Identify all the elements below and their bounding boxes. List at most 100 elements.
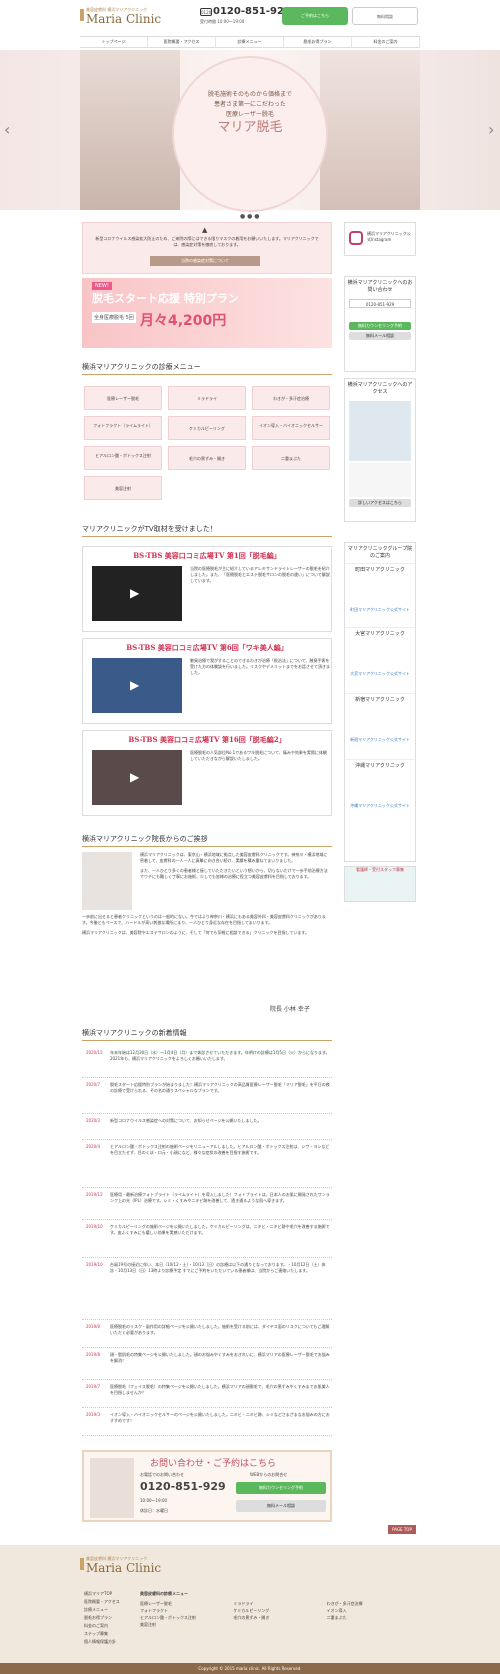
news-item[interactable]: 2020/3 新型コロナウイルス感染症への対策について、お知らせページを公開いたし… [82, 1118, 332, 1140]
news-item[interactable]: 2020/4 ヒアルロン酸・ボトックス注射の施術ページをリニューアルしました。ヒア… [82, 1144, 332, 1188]
video-thumbnail[interactable]: ▶ [92, 566, 182, 621]
news-item[interactable]: 2020/7 脱毛スタート応援特別プランが始まりました！横浜マリアクリニックの高品… [82, 1082, 332, 1114]
banner-price: 月々4,200円 [140, 313, 227, 329]
consult-button[interactable]: 無料相談 [352, 7, 418, 25]
footer-link[interactable]: ミラドライ [233, 1600, 326, 1607]
reserve-button[interactable]: ご予約はこちら [282, 7, 348, 25]
news-item[interactable]: 2019/10 台風19号の接近に伴い、本日（10/12・土）・10/13（日）の… [82, 1262, 332, 1320]
group-link[interactable]: 新宿マリアクリニック公式サイト [345, 737, 415, 743]
news-item[interactable]: 2019/10 ケミカルピーリングの施術ページを公開いたしました。ケミカルピーリン… [82, 1224, 332, 1258]
access-map[interactable] [349, 401, 411, 461]
news-date: 2019/10 [86, 1262, 103, 1267]
news-item[interactable]: 2019/12 医療用・最新治療フォトブライト（ライムライト）を導入しました！フォ… [82, 1192, 332, 1220]
footer-link[interactable]: 個人情報保護方針 [84, 1638, 120, 1646]
footer-link[interactable]: ステップ募集 [84, 1630, 120, 1638]
slider-next-icon[interactable]: › [488, 120, 494, 139]
header-tel[interactable]: 0120-851-929 [213, 6, 291, 17]
contact-tel[interactable]: 0120-851-929 [140, 1480, 226, 1493]
contact-hours: 10:00～19:00 [140, 1498, 168, 1503]
menu-item[interactable]: 医療レーザー脱毛 [84, 386, 162, 410]
menu-item[interactable]: フォトフラクト（ライムライト） [84, 416, 162, 440]
news-heading: 横浜マリアクリニックの新着情報 [82, 1028, 332, 1041]
news-item[interactable]: 2019/3 イオン導入・バイオニックセルサーのページを公開いたしました。ニキビ・… [82, 1412, 332, 1436]
footer-link[interactable]: 脱毛お得プラン [84, 1614, 120, 1622]
footer-link[interactable]: 毛穴の黒ずみ・開き [233, 1614, 326, 1621]
hero-photo-right [320, 50, 420, 210]
counsel-button[interactable]: 無料カウンセリング予約 [236, 1482, 326, 1494]
footer-link[interactable]: 横浜マリアTOP [84, 1590, 120, 1598]
footer-link[interactable]: 二重まぶた [327, 1614, 420, 1621]
group-link[interactable]: 沖縄マリアクリニック公式サイト [345, 803, 415, 809]
play-icon[interactable]: ▶ [130, 586, 139, 600]
footer-nav: 横浜マリアTOP 医院概要・アクセス 診療メニュー 脱毛お得プラン 料金のご案内 ステップ… [84, 1590, 120, 1646]
menu-item[interactable]: ヒアルロン酸・ボトックス注射 [84, 446, 162, 470]
footer-link[interactable]: 医療レーザー脱毛 [140, 1600, 233, 1607]
sidebar-contact-heading: 横浜マリアクリニックへのお問い合わせ [347, 280, 413, 293]
footer-link[interactable]: イオン導入 [327, 1607, 420, 1614]
footer-link[interactable]: フォトフラクト [140, 1607, 233, 1614]
instagram-box[interactable]: 横浜マリアクリニック公式Instagram [344, 222, 416, 256]
nav-item-menu[interactable]: 診療メニュー [216, 37, 284, 47]
access-button[interactable]: 詳しいアクセスはこちら [349, 499, 411, 507]
group-item: 沖縄マリアクリニック 沖縄マリアクリニック公式サイト [345, 759, 415, 825]
footer-link[interactable]: 医院概要・アクセス [84, 1598, 120, 1606]
sidebar-mail-button[interactable]: 無料メール相談 [349, 332, 411, 340]
video-thumbnail[interactable]: ▶ [92, 750, 182, 805]
page-top-button[interactable]: PAGE TOP [388, 1525, 416, 1534]
footer-logo[interactable]: Maria Clinic [86, 1561, 161, 1575]
footer-menu: 医療レーザー脱毛 ミラドライ わきが・多汗症治療フォトフラクト ケミカルピーリング イオ… [140, 1600, 420, 1628]
menu-item[interactable]: ミラドライ [168, 386, 246, 410]
logo[interactable]: Maria Clinic [86, 12, 161, 26]
footer-link[interactable]: 診療メニュー [84, 1606, 120, 1614]
sidebar-tel[interactable]: 0120-851-929 [349, 299, 411, 308]
footer-link[interactable]: 料金のご案内 [84, 1622, 120, 1630]
news-item[interactable]: 2020/12 年末年始は12月30日（水）～1月4日（月）まで休診させていただき… [82, 1050, 332, 1078]
news-item[interactable]: 2019/7 医療脱毛（フェイス脱毛）の特集ページを公開いたしました。横浜マリアの… [82, 1384, 332, 1408]
footer-link[interactable]: ケミカルピーリング [233, 1607, 326, 1614]
menu-item[interactable]: 美容注射 [84, 476, 162, 500]
group-name: 町田マリアクリニック [355, 567, 405, 573]
greeting-text: 横浜マリアクリニックは、東京山・横浜地域に拠点した美容皮膚科クリニックです。神奈… [140, 852, 330, 880]
menu-item[interactable]: イオン導入・バイオニックセルサー [252, 416, 330, 440]
news-text: ケミカルピーリングの施術ページを公開いたしました。ケミカルピーリングは、ニキビ・… [110, 1224, 330, 1235]
notice-button[interactable]: 当院の感染症対策について [150, 256, 260, 266]
banner-sub: 全身医療脱毛 5回 [92, 312, 136, 323]
banner-new-badge: NEW! [92, 282, 112, 290]
mail-button[interactable]: 無料メール相談 [236, 1500, 326, 1512]
news-date: 2020/3 [86, 1118, 101, 1123]
hero-line1: 脱毛施術そのものから価格まで [207, 91, 292, 98]
news-item[interactable]: 2019/9 医療脱毛のリスク・副作用の詳細ページを公開いたしました。施術を受ける… [82, 1324, 332, 1348]
news-text: 脱毛スタート応援特別プランが始まりました！横浜マリアクリニックの高品質医療レーザ… [110, 1082, 330, 1093]
play-icon[interactable]: ▶ [130, 678, 139, 692]
news-date: 2019/7 [86, 1384, 101, 1389]
group-link[interactable]: 町田マリアクリニック公式サイト [345, 607, 415, 613]
nav-item-price[interactable]: 料金のご案内 [352, 37, 420, 47]
slider-dots[interactable]: ● ● ● [240, 213, 260, 220]
sidebar-counsel-button[interactable]: 無料カウンセリング予約 [349, 322, 411, 330]
sidebar-contact: 横浜マリアクリニックへのお問い合わせ 0120-851-929 無料カウンセリン… [344, 276, 416, 372]
tv-card-title: BS-TBS 美容口コミ広場TV 第16回「脱毛編2」 [128, 735, 286, 744]
staff-photo [90, 1458, 134, 1518]
footer-logo-mark-icon [80, 1558, 84, 1570]
menu-item[interactable]: 毛穴の黒ずみ・開き [168, 446, 246, 470]
group-info [345, 641, 415, 671]
video-thumbnail[interactable]: ▶ [92, 658, 182, 713]
menu-item[interactable]: ケミカルピーリング [168, 416, 246, 440]
nav-item-top[interactable]: トップページ [80, 37, 148, 47]
news-item[interactable]: 2019/8 顔・脂肌毛の特集ページを公開いたしました。顔のお悩みやくすみをおきれ… [82, 1352, 332, 1380]
play-icon[interactable]: ▶ [130, 770, 139, 784]
slider-prev-icon[interactable]: ‹ [4, 120, 10, 139]
menu-item[interactable]: わきが・多汗症治療 [252, 386, 330, 410]
recruit-banner[interactable]: 看護師・受付スタッフ募集 [344, 866, 416, 902]
nav-item-plan[interactable]: 脱毛お得プラン [284, 37, 352, 47]
group-name: 新宿マリアクリニック [355, 697, 405, 703]
access-table [349, 463, 411, 497]
footer-link[interactable]: わきが・多汗症治療 [327, 1600, 420, 1607]
footer-link[interactable]: 美容注射 [140, 1621, 233, 1628]
menu-item[interactable]: 二重まぶた [252, 446, 330, 470]
nav-item-access[interactable]: 医院概要・アクセス [148, 37, 216, 47]
footer-link[interactable]: ヒアルロン酸・ボトックス注射 [140, 1614, 233, 1621]
director-photo [82, 852, 132, 910]
group-link[interactable]: 大宮マリアクリニック公式サイト [345, 671, 415, 677]
tv-card-title: BS-TBS 美容口コミ広場TV 第6回「ワキ美人編」 [126, 643, 288, 652]
